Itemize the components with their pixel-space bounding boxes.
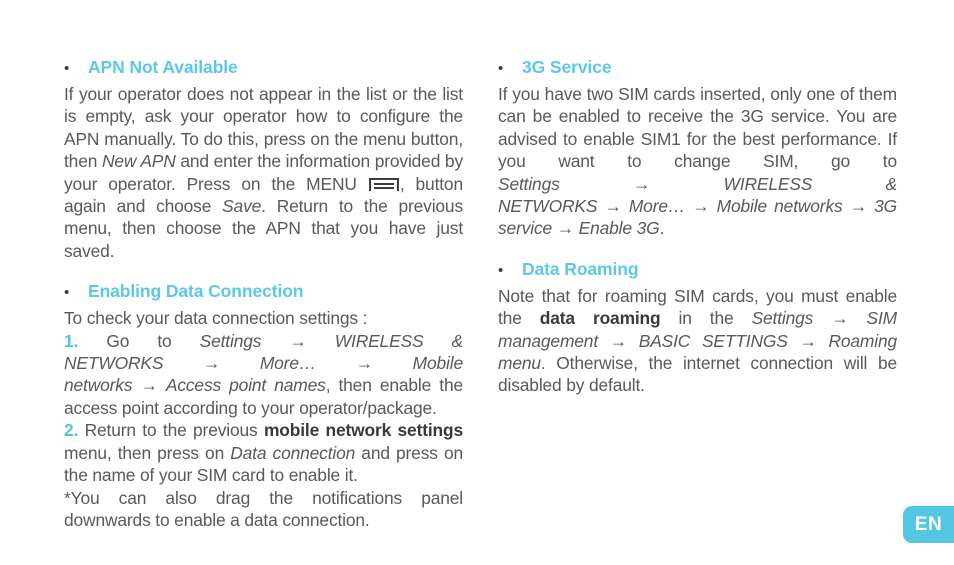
- section-3g-service: 3G Service If you have two SIM cards ins…: [498, 56, 897, 240]
- menu-path-enable-3g: Enable 3G: [578, 218, 660, 239]
- text-run: in the: [660, 308, 752, 329]
- step-number-1: 1.: [64, 330, 79, 351]
- menu-item-data-connection: Data connection: [230, 442, 356, 463]
- bullet-icon: [64, 282, 88, 304]
- bullet-icon: [498, 58, 522, 80]
- arrow-icon: →: [289, 330, 307, 351]
- paragraph-note-notifications-panel: *You can also drag the notifications pan…: [64, 487, 463, 530]
- menu-icon-bar-2: [373, 186, 394, 189]
- section-heading-3g-service: 3G Service: [522, 57, 612, 77]
- setting-data-roaming: data roaming: [539, 308, 661, 329]
- section-data-roaming: Data Roaming Note that for roaming SIM c…: [498, 258, 897, 397]
- arrow-icon: →: [692, 196, 710, 217]
- text-run: . Otherwise, the internet connection wil…: [498, 353, 897, 396]
- section-heading-apn-not-available: APN Not Available: [88, 57, 238, 77]
- arrow-icon: →: [609, 330, 628, 351]
- menu-path-more: More…: [628, 196, 686, 217]
- menu-icon-bar-1: [373, 182, 394, 185]
- menu-path-mobile-networks: Mobile networks: [716, 196, 843, 217]
- paragraph-apn-not-available: If your operator does not appear in the …: [64, 83, 463, 262]
- step-number-2: 2.: [64, 420, 79, 441]
- menu-path-settings: Settings: [498, 173, 560, 194]
- paragraph-3g-service: If you have two SIM cards inserted, only…: [498, 83, 897, 240]
- arrow-icon: →: [849, 196, 867, 217]
- paragraph-data-roaming: Note that for roaming SIM cards, you mus…: [498, 285, 897, 397]
- paragraph-settings-intro: To check your data connection settings :: [64, 308, 368, 329]
- arrow-icon: →: [355, 353, 374, 374]
- menu-path-settings: Settings: [751, 308, 814, 329]
- section-heading-row: 3G Service: [498, 56, 897, 80]
- menu-path-settings: Settings: [199, 330, 262, 351]
- menu-item-save: Save: [222, 196, 262, 217]
- section-enabling-data-connection: Enabling Data Connection To check your d…: [64, 280, 463, 531]
- right-column: 3G Service If you have two SIM cards ins…: [498, 56, 897, 397]
- paragraph-step-1: 1. Go to Settings → WIRELESS & NETWORKS …: [64, 330, 463, 420]
- menu-path-access-point-names: Access point names: [165, 375, 326, 396]
- arrow-icon: →: [202, 353, 221, 374]
- menu-path-new-apn: New APN: [101, 151, 176, 172]
- arrow-icon: →: [831, 308, 849, 329]
- arrow-icon: →: [140, 375, 158, 396]
- text-run: Return to the previous: [78, 420, 264, 441]
- text-run: menu, then press on: [64, 442, 231, 463]
- bullet-icon: [64, 58, 88, 80]
- section-heading-data-roaming: Data Roaming: [522, 258, 639, 279]
- bullet-icon: [498, 260, 522, 282]
- menu-path-basic-settings: BASIC SETTINGS: [638, 330, 788, 351]
- menu-button-icon: [368, 177, 399, 191]
- menu-mobile-network-settings: mobile network settings: [263, 420, 464, 441]
- arrow-icon: →: [604, 196, 622, 217]
- manual-page: APN Not Available If your operator does …: [0, 0, 954, 565]
- left-column: APN Not Available If your operator does …: [64, 56, 463, 531]
- section-heading-row: Data Roaming: [498, 258, 897, 282]
- section-heading-enabling-data-connection: Enabling Data Connection: [88, 281, 304, 302]
- section-heading-row: APN Not Available: [64, 56, 463, 80]
- language-badge-en[interactable]: EN: [903, 506, 954, 543]
- arrow-icon: →: [799, 330, 817, 351]
- text-run: Go to: [78, 330, 200, 351]
- text-run: .: [659, 218, 665, 239]
- arrow-icon: →: [556, 218, 574, 239]
- text-run: If you have two SIM cards inserted, only…: [498, 84, 897, 172]
- arrow-icon: →: [632, 173, 651, 194]
- section-heading-row: Enabling Data Connection: [64, 280, 463, 304]
- paragraph-step-2: 2. Return to the previous mobile network…: [64, 419, 463, 486]
- section-apn-not-available: APN Not Available If your operator does …: [64, 56, 463, 262]
- menu-path-more: More…: [259, 353, 317, 374]
